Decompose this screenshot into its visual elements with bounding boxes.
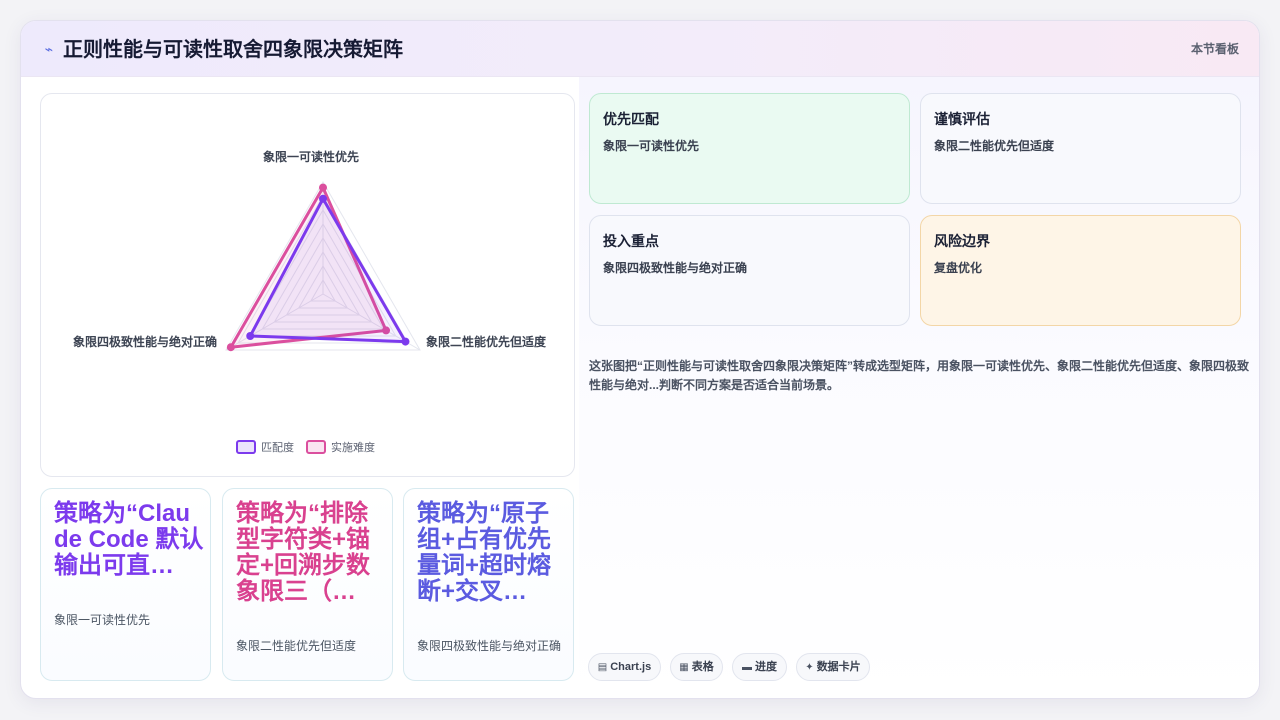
radar-data-point — [401, 337, 410, 346]
strategy-card-2: 策略为“排除型字符类+锚定+回溯步数象限三（… 象限二性能优先但适度 — [222, 488, 393, 681]
legend-label: 匹配度 — [261, 440, 294, 454]
card-subtitle: 象限四极致性能与绝对正确 — [603, 261, 748, 275]
strategy-card-3: 策略为“原子组+占有优先量词+超时熔断+交叉… 象限四极致性能与绝对正确 — [403, 488, 574, 681]
page-title: 正则性能与可读性取舍四象限决策矩阵 — [63, 39, 403, 61]
card-title: 风险边界 — [934, 233, 990, 249]
radar-data-point — [226, 343, 235, 352]
radar-data-point — [319, 183, 327, 192]
card-subtitle: 象限二性能优先但适度 — [934, 139, 1055, 153]
radar-chart: 象限一可读性优先象限二性能优先但适度 象限四极致性能与绝对正确匹配度 实施难度 — [73, 149, 547, 454]
tag-label: 表格 — [691, 661, 714, 673]
section-board-label: 本节看板 — [1190, 42, 1239, 56]
strategy-card-1: 策略为“Claude Code 默认输出可直… 象限一可读性优先 — [40, 488, 211, 681]
radar-data-point — [319, 194, 327, 203]
header-bar: ⌁ 正则性能与可读性取舍四象限决策矩阵 本节看板 — [21, 21, 1259, 77]
card-title: 投入重点 — [603, 233, 659, 249]
radar-axis-label: 象限一可读性优先 — [263, 149, 359, 164]
legend-swatch — [306, 440, 326, 454]
card-careful-evaluation[interactable]: 谨慎评估 象限二性能优先但适度 — [920, 93, 1241, 204]
card-subtitle: 象限一可读性优先 — [603, 139, 700, 153]
chart-icon: ▤ — [597, 662, 608, 673]
tag-progress[interactable]: ▬ 进度 — [732, 653, 787, 681]
tag-label: 进度 — [755, 661, 777, 673]
tag-label: Chart.js — [610, 661, 652, 673]
tag-label: 数据卡片 — [816, 661, 861, 673]
tag-table[interactable]: ▦ 表格 — [670, 653, 723, 681]
sparkline-icon: ⌁ — [44, 41, 54, 57]
table-icon: ▦ — [679, 662, 689, 673]
strategy-title: 策略为“Claude Code 默认输出可直… — [54, 500, 204, 579]
card-subtitle: 复盘优化 — [934, 261, 983, 275]
card-title: 优先匹配 — [603, 111, 659, 127]
card-investment-focus[interactable]: 投入重点 象限四极致性能与绝对正确 — [589, 215, 910, 326]
card-priority-match[interactable]: 优先匹配 象限一可读性优先 — [589, 93, 910, 204]
card-risk-boundary[interactable]: 风险边界 复盘优化 — [920, 215, 1241, 326]
radar-data-point — [246, 332, 255, 340]
strategy-title: 策略为“原子组+占有优先量词+超时熔断+交叉… — [417, 500, 552, 605]
tag-data-card[interactable]: ✦ 数据卡片 — [796, 653, 870, 681]
dashboard-frame: ⌁ 正则性能与可读性取舍四象限决策矩阵 本节看板 象限一可读性优先象限二性能优先… — [20, 20, 1260, 699]
progress-icon: ▬ — [742, 662, 752, 673]
matrix-description: 这张图把“正则性能与可读性取舍四象限决策矩阵”转成选型矩阵，用象限一可读性优先、… — [589, 359, 1250, 392]
strategy-subtitle: 象限二性能优先但适度 — [236, 639, 357, 653]
strategy-subtitle: 象限四极致性能与绝对正确 — [417, 639, 562, 653]
radar-axis-label: 象限二性能优先但适度 — [426, 334, 547, 349]
data-card-icon: ✦ — [805, 662, 814, 673]
radar-axis-label: 象限四极致性能与绝对正确 — [73, 334, 217, 349]
legend-swatch — [236, 440, 256, 454]
legend-label: 实施难度 — [331, 440, 375, 454]
strategy-subtitle: 象限一可读性优先 — [54, 613, 151, 627]
tag-chartjs[interactable]: ▤ Chart.js — [588, 653, 661, 681]
strategy-title: 策略为“排除型字符类+锚定+回溯步数象限三（… — [236, 500, 371, 605]
card-title: 谨慎评估 — [934, 111, 990, 127]
radar-chart-card: 象限一可读性优先象限二性能优先但适度 象限四极致性能与绝对正确匹配度 实施难度 — [40, 93, 575, 477]
radar-series-area — [248, 197, 407, 344]
